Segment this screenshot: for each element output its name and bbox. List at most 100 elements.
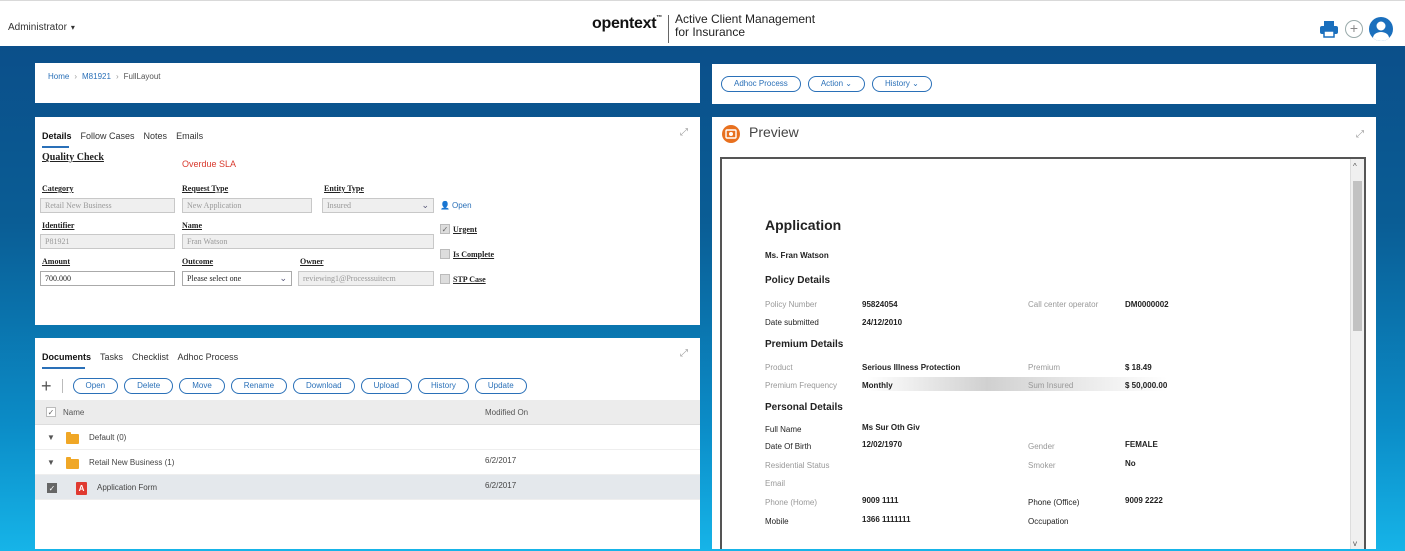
outcome-select[interactable]: Please select one ⌄ [182,271,292,286]
stp-case-checkbox[interactable]: STP Case [440,274,486,284]
scroll-down-icon[interactable]: v [1353,539,1357,548]
expand-icon[interactable]: ⤢ [1356,129,1364,140]
breadcrumb: Home › M81921 › FullLayout [48,72,161,81]
add-document-icon[interactable]: + [41,377,52,395]
active-tab-indicator [42,367,85,369]
table-row[interactable]: ✓ A Application Form 6/2/2017 [35,475,700,500]
scan-smudge [867,377,1167,391]
doc-label: Product [765,363,793,372]
update-button[interactable]: Update [474,378,527,394]
details-panel: Details Follow Cases Notes Emails ⤢ Qual… [35,117,700,325]
chevron-down-icon: ⌄ [421,200,429,210]
category-field: Retail New Business [40,198,175,213]
entity-type-label: Entity Type [324,184,364,193]
folder-icon [66,432,79,444]
brand-divider [667,15,669,43]
doc-label: Phone (Home) [765,498,818,507]
scroll-thumb[interactable] [1353,181,1362,331]
column-name[interactable]: Name [63,408,84,417]
tab-documents[interactable]: Documents [42,352,91,362]
doc-label: Residential Status [765,461,830,470]
breadcrumb-layout: FullLayout [123,72,161,81]
upload-button[interactable]: Upload [360,378,412,394]
header-toolbar: + [1319,17,1393,41]
urgent-checkbox[interactable]: ✓ Urgent [440,224,477,234]
scroll-up-icon[interactable]: ^ [1353,162,1357,171]
move-button[interactable]: Move [179,378,225,394]
column-modified-on[interactable]: Modified On [485,408,528,417]
preview-icon [722,125,740,143]
expand-icon[interactable]: ⤢ [680,127,688,138]
name-field: Fran Watson [182,234,434,249]
brand: opentext™ Active Client Management for In… [592,13,815,43]
doc-value: No [1125,459,1136,468]
tab-checklist[interactable]: Checklist [132,352,169,362]
active-tab-indicator [42,146,69,148]
breadcrumb-home[interactable]: Home [48,72,69,81]
documents-panel: Documents Tasks Checklist Adhoc Process … [35,338,700,549]
doc-value: FEMALE [1125,440,1158,449]
user-name: Administrator [8,22,67,33]
add-icon[interactable]: + [1345,20,1363,38]
doc-value: 95824054 [862,300,898,309]
doc-label: Premium [1028,363,1061,372]
open-entity-link[interactable]: 👤 Open [440,201,472,210]
open-button[interactable]: Open [72,378,119,394]
row-modified: 6/2/2017 [485,456,517,465]
history-menu-button[interactable]: History ⌄ [871,76,932,92]
doc-label: Smoker [1028,461,1056,470]
doc-value: 9009 2222 [1125,496,1163,505]
tab-details[interactable]: Details [42,131,72,141]
tab-emails[interactable]: Emails [176,131,203,141]
doc-label: Gender [1028,442,1055,451]
documents-toolbar: + Open Delete Move Rename Download Uploa… [41,377,527,395]
details-tabs: Details Follow Cases Notes Emails [42,131,203,141]
action-menu-button[interactable]: Action ⌄ [807,76,865,92]
user-avatar-icon[interactable] [1369,17,1393,41]
doc-value: 12/02/1970 [862,440,903,449]
breadcrumb-case[interactable]: M81921 [82,72,111,81]
table-row[interactable]: ▼ Retail New Business (1) 6/2/2017 [35,450,700,475]
doc-value: $ 18.49 [1125,363,1152,372]
documents-tabs: Documents Tasks Checklist Adhoc Process [42,352,238,362]
doc-label: Sum Insured [1028,381,1074,390]
doc-value: 1366 1111111 [862,515,911,524]
doc-label: Mobile [765,517,789,526]
actions-panel: Adhoc Process Action ⌄ History ⌄ [712,64,1376,104]
document-viewer[interactable]: Application Ms. Fran Watson Policy Detai… [720,157,1366,549]
expand-icon[interactable]: ⤢ [680,348,688,359]
tab-adhoc-process[interactable]: Adhoc Process [178,352,239,362]
tab-follow-cases[interactable]: Follow Cases [81,131,135,141]
identifier-field: P81921 [40,234,175,249]
row-checkbox[interactable]: ✓ [47,483,57,493]
name-label: Name [182,221,202,230]
viewer-scrollbar[interactable]: ^ v [1350,159,1364,549]
tab-tasks[interactable]: Tasks [100,352,123,362]
rename-button[interactable]: Rename [230,378,288,394]
doc-heading: Application [765,217,842,233]
delete-button[interactable]: Delete [124,378,174,394]
identifier-label: Identifier [42,221,75,230]
tab-notes[interactable]: Notes [144,131,168,141]
amount-input[interactable]: 700.000 [40,271,175,286]
doc-label: Policy Number [765,300,818,309]
is-complete-checkbox[interactable]: Is Complete [440,249,494,259]
adhoc-process-button[interactable]: Adhoc Process [721,76,801,92]
select-all-checkbox[interactable]: ✓ [46,407,56,417]
doc-value: Ms Sur Oth Giv [862,423,920,432]
breadcrumb-panel: Home › M81921 › FullLayout [35,63,700,103]
expand-toggle-icon[interactable]: ▼ [47,458,55,467]
user-menu[interactable]: Administrator ▾ [8,22,75,33]
entity-type-select[interactable]: Insured ⌄ [322,198,434,213]
history-button[interactable]: History [417,378,469,394]
download-button[interactable]: Download [293,378,355,394]
check-icon: ✓ [440,224,450,234]
person-icon: 👤 [440,201,450,210]
toolbar-divider [61,379,63,393]
printer-icon[interactable] [1319,20,1339,38]
expand-toggle-icon[interactable]: ▼ [47,433,55,442]
doc-premium-section: Premium Details [765,339,844,350]
table-row[interactable]: ▼ Default (0) [35,425,700,450]
doc-value: DM0000002 [1125,300,1169,309]
chevron-down-icon: ⌄ [279,273,287,283]
